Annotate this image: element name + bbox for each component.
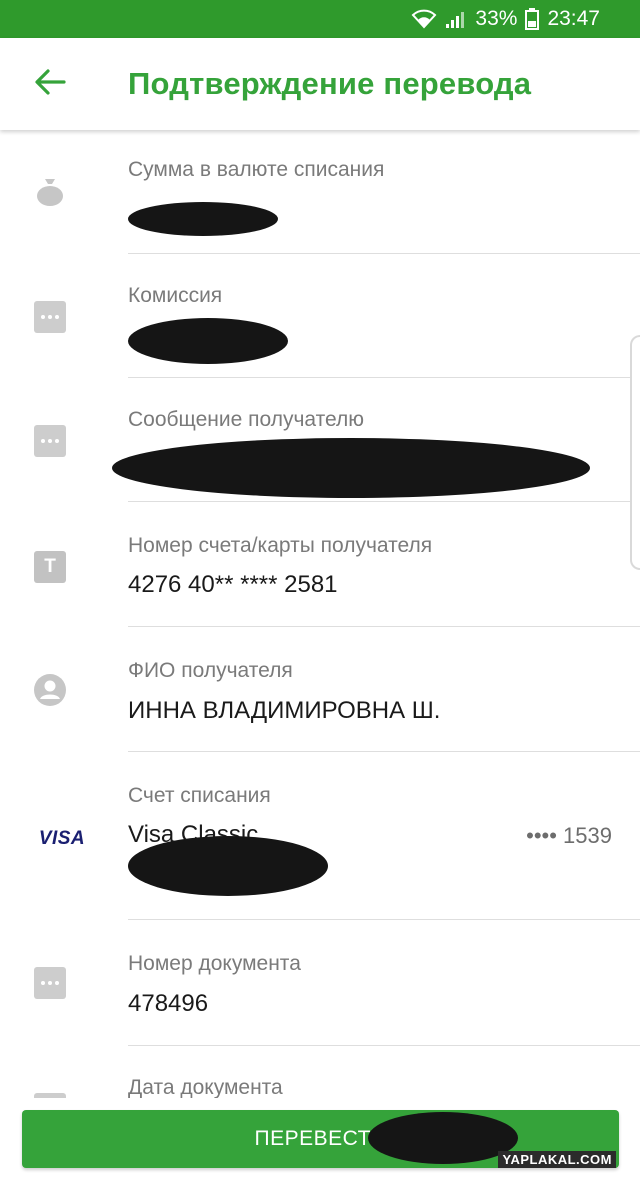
status-bar: 33% 23:47: [0, 0, 640, 38]
field-card-number: T Номер счета/карты получателя 4276 40**…: [0, 502, 640, 627]
dots-icon: [33, 966, 67, 1000]
field-value: ИННА ВЛАДИМИРОВНА Ш.: [128, 697, 441, 724]
status-icons: 33% 23:47: [411, 6, 600, 32]
app-bar: Подтверждение перевода: [0, 38, 640, 130]
field-debit-account[interactable]: VISA Счет списания Visa Classic •••• 153…: [0, 752, 640, 920]
page-title: Подтверждение перевода: [128, 66, 532, 101]
field-label: Комиссия: [128, 284, 223, 307]
watermark: YAPLAKAL.COM: [498, 1151, 616, 1168]
field-recipient-name: ФИО получателя ИННА ВЛАДИМИРОВНА Ш.: [0, 627, 640, 752]
field-label: ФИО получателя: [128, 659, 293, 682]
field-amount: Сумма в валюте списания: [0, 130, 640, 254]
transfer-button-label: ПЕРЕВЕСТИ: [254, 1127, 387, 1150]
field-document-date: Дата документа: [0, 1046, 640, 1125]
field-label: Счет списания: [128, 784, 271, 807]
t-icon: T: [33, 550, 67, 584]
field-label: Сообщение получателю: [128, 408, 364, 431]
field-label: Сумма в валюте списания: [128, 158, 385, 181]
wifi-icon: [411, 9, 437, 29]
field-label: Номер документа: [128, 952, 301, 975]
scrollbar[interactable]: [630, 335, 640, 570]
redacted-value: [112, 438, 590, 498]
back-button[interactable]: [26, 64, 74, 104]
field-value: 478496: [128, 990, 209, 1017]
field-commission: Комиссия: [0, 254, 640, 378]
redacted-value: [128, 836, 328, 896]
redacted-value: [128, 202, 278, 236]
battery-percent: 33%: [475, 7, 518, 30]
clock: 23:47: [547, 7, 600, 30]
card-last-digits: •••• 1539: [526, 823, 612, 848]
arrow-left-icon: [34, 68, 66, 101]
money-bag-icon: [33, 174, 67, 208]
field-label: Номер счета/карты получателя: [128, 534, 433, 557]
field-value: 4276 40** **** 2581: [128, 571, 338, 598]
redacted-value: [128, 318, 288, 364]
battery-icon: [525, 8, 540, 30]
signal-icon: [445, 9, 467, 29]
field-message: Сообщение получателю: [0, 378, 640, 502]
visa-logo: VISA: [38, 828, 86, 849]
person-icon: [33, 673, 67, 707]
dots-icon: [33, 300, 67, 334]
redacted-mark: [368, 1112, 518, 1164]
field-document-number: Номер документа 478496: [0, 920, 640, 1046]
dots-icon: [33, 424, 67, 458]
bottom-bar: ПЕРЕВЕСТИ YAPLAKAL.COM: [0, 1098, 640, 1190]
field-label: Дата документа: [128, 1076, 283, 1099]
